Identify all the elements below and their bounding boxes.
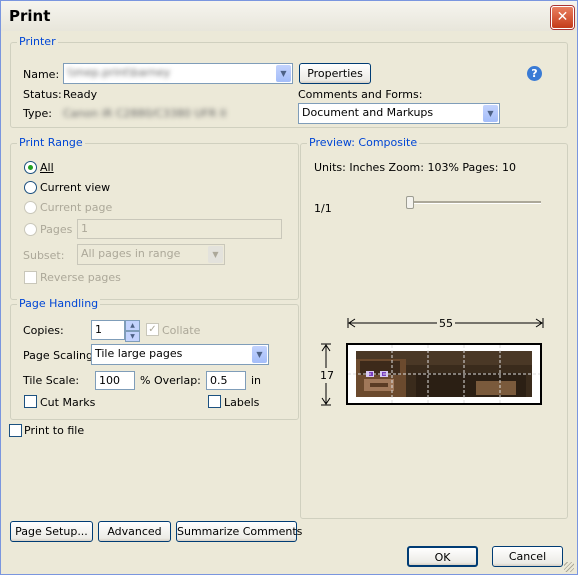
subset-label: Subset:	[23, 249, 65, 262]
status-label: Status:	[23, 88, 62, 101]
radio-pages-label: Pages	[40, 223, 73, 236]
height-dimension: 17	[320, 368, 334, 383]
window-title: Print	[9, 7, 51, 25]
tile-scale-input[interactable]: 100	[95, 371, 135, 390]
page-handling-legend: Page Handling	[17, 297, 101, 310]
labels-label: Labels	[224, 396, 260, 409]
tile-scale-label: Tile Scale:	[23, 374, 80, 387]
chevron-down-icon[interactable]: ▼	[276, 65, 291, 82]
advanced-button[interactable]: Advanced	[98, 521, 171, 542]
radio-current-page-label: Current page	[40, 201, 113, 214]
cut-marks-checkbox[interactable]	[24, 395, 37, 408]
cut-marks-label: Cut Marks	[40, 396, 96, 409]
chevron-down-icon[interactable]: ▼	[483, 105, 498, 122]
chevron-down-icon[interactable]: ▼	[208, 246, 223, 263]
resize-grip-icon[interactable]	[564, 562, 574, 572]
name-label: Name:	[23, 68, 60, 81]
printer-name-select[interactable]: \\mep.print\barney ▼	[63, 63, 293, 84]
copies-input[interactable]: 1	[91, 320, 125, 340]
cancel-button[interactable]: Cancel	[492, 546, 563, 567]
preview-slider-thumb[interactable]	[406, 196, 414, 209]
page-counter: 1/1	[314, 202, 332, 215]
properties-button[interactable]: Properties	[299, 63, 371, 84]
printer-name-value: \\mep.print\barney	[67, 66, 171, 79]
copies-spinner[interactable]: ▲ ▼	[125, 320, 140, 342]
printer-legend: Printer	[17, 35, 58, 48]
preview-group: Preview: Composite	[300, 136, 568, 519]
tile-grid	[348, 345, 540, 403]
width-dimension: 55	[437, 317, 455, 330]
ok-button[interactable]: OK	[407, 546, 478, 567]
overlap-unit: in	[251, 374, 262, 387]
title-bar[interactable]: Print ✕	[1, 1, 577, 31]
overlap-label: % Overlap:	[140, 374, 201, 387]
radio-current-page[interactable]	[24, 201, 37, 214]
radio-current-view[interactable]	[24, 181, 37, 194]
copies-label: Copies:	[23, 324, 64, 337]
page-setup-button[interactable]: Page Setup...	[10, 521, 93, 542]
page-scaling-value: Tile large pages	[95, 347, 183, 360]
preview-page	[346, 343, 542, 405]
radio-current-view-label: Current view	[40, 181, 111, 194]
comments-value: Document and Markups	[302, 106, 434, 119]
spin-down-icon[interactable]: ▼	[125, 331, 140, 342]
page-scaling-select[interactable]: Tile large pages ▼	[91, 344, 269, 365]
spin-up-icon[interactable]: ▲	[125, 320, 140, 331]
preview-slider-track[interactable]	[409, 201, 541, 204]
comments-select[interactable]: Document and Markups ▼	[298, 103, 500, 124]
chevron-down-icon[interactable]: ▼	[252, 346, 267, 363]
help-icon[interactable]: ?	[527, 66, 542, 81]
reverse-pages-label: Reverse pages	[40, 271, 121, 284]
preview-legend: Preview: Composite	[307, 136, 420, 149]
collate-checkbox[interactable]: ✓	[146, 323, 159, 336]
pages-input[interactable]: 1	[77, 219, 282, 239]
print-to-file-label: Print to file	[24, 424, 85, 437]
summarize-comments-button[interactable]: Summarize Comments	[176, 521, 302, 542]
collate-label: Collate	[162, 324, 201, 337]
page-scaling-label: Page Scaling:	[23, 349, 97, 362]
print-range-legend: Print Range	[17, 136, 85, 149]
print-dialog: Print ✕ Printer Name: \\mep.print\barney…	[0, 0, 578, 575]
subset-value: All pages in range	[81, 247, 181, 260]
comments-label: Comments and Forms:	[298, 88, 423, 101]
subset-select[interactable]: All pages in range ▼	[77, 244, 225, 265]
labels-checkbox[interactable]	[208, 395, 221, 408]
type-value: Canon iR C2880/C3380 UFR II	[63, 107, 227, 120]
close-icon[interactable]: ✕	[551, 6, 574, 29]
print-to-file-checkbox[interactable]	[9, 424, 22, 437]
preview-info: Units: Inches Zoom: 103% Pages: 10	[314, 161, 516, 174]
overlap-input[interactable]: 0.5	[206, 371, 246, 390]
radio-all-label: All	[40, 161, 54, 174]
type-label: Type:	[23, 107, 52, 120]
reverse-pages-checkbox[interactable]	[24, 271, 37, 284]
radio-pages[interactable]	[24, 223, 37, 236]
radio-all[interactable]	[24, 161, 37, 174]
status-value: Ready	[63, 88, 98, 101]
